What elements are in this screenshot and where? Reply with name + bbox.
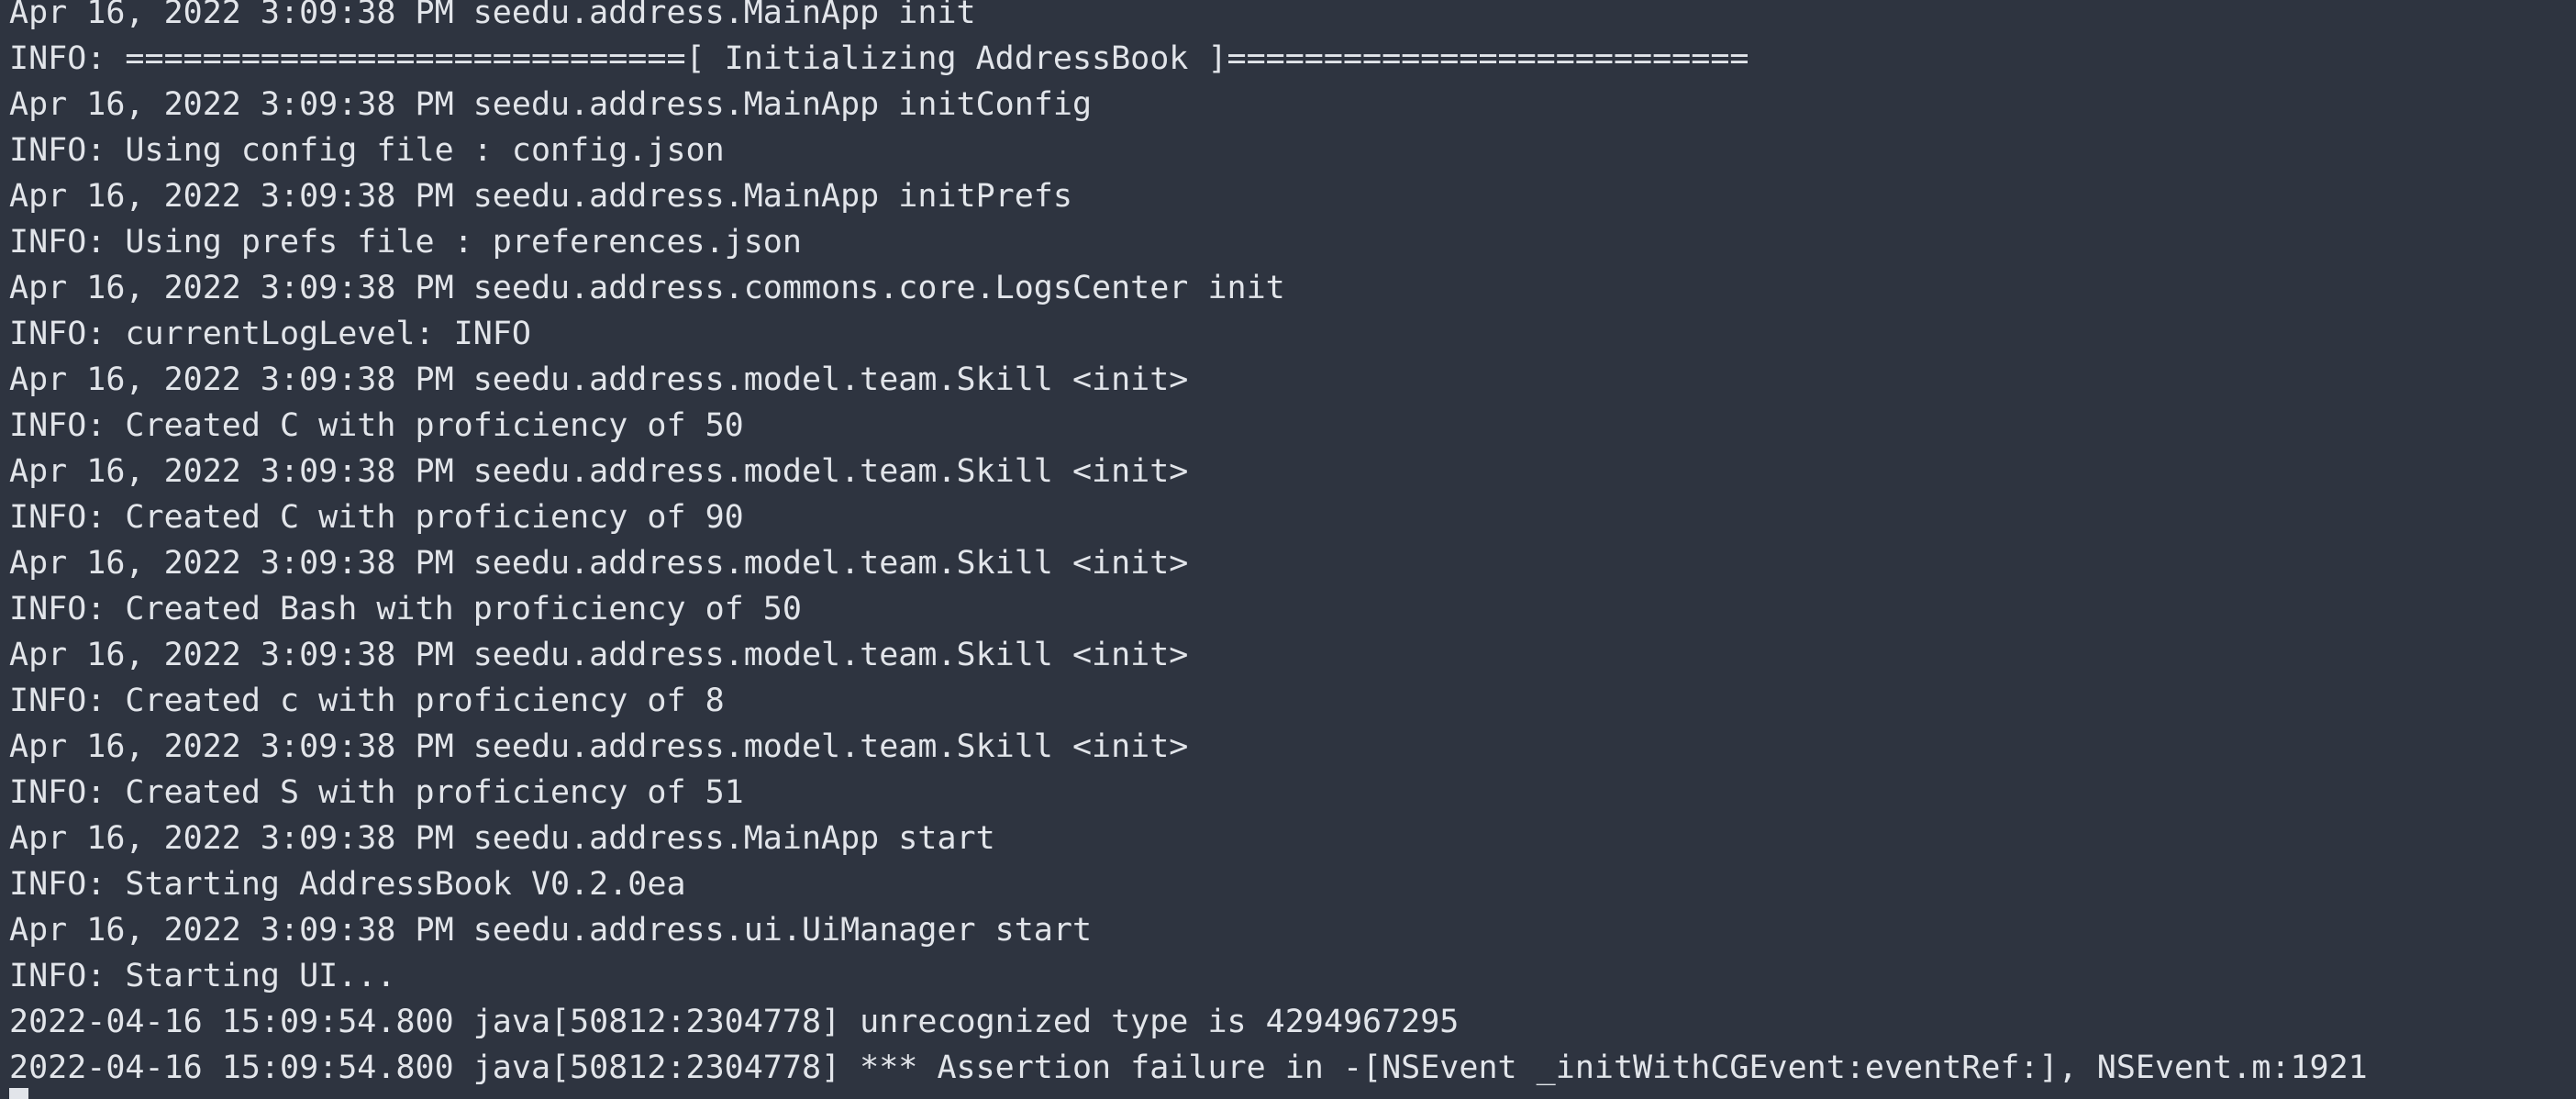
log-line: Apr 16, 2022 3:09:38 PM seedu.address.mo… (9, 728, 1189, 765)
log-line: Apr 16, 2022 3:09:38 PM seedu.address.Ma… (9, 86, 1093, 123)
log-line: INFO: Created C with proficiency of 50 (9, 407, 744, 444)
log-line: Apr 16, 2022 3:09:38 PM seedu.address.mo… (9, 637, 1189, 673)
log-line: INFO: Starting AddressBook V0.2.0ea (9, 866, 686, 903)
log-line: Apr 16, 2022 3:09:38 PM seedu.address.mo… (9, 361, 1189, 398)
log-line: Apr 16, 2022 3:09:38 PM seedu.address.Ma… (9, 0, 976, 31)
log-line: INFO: Using config file : config.json (9, 132, 725, 169)
log-line: INFO: currentLogLevel: INFO (9, 316, 531, 352)
log-line: INFO: Created S with proficiency of 51 (9, 774, 744, 811)
log-line: Apr 16, 2022 3:09:38 PM seedu.address.ui… (9, 912, 1093, 949)
log-line: INFO: Created c with proficiency of 8 (9, 683, 725, 719)
log-line: INFO: Using prefs file : preferences.jso… (9, 224, 802, 261)
log-line: INFO: Created Bash with proficiency of 5… (9, 591, 802, 627)
log-line: INFO: =============================[ Ini… (9, 40, 1749, 77)
log-line: Apr 16, 2022 3:09:38 PM seedu.address.mo… (9, 545, 1189, 582)
terminal-output: Apr 16, 2022 3:09:38 PM seedu.address.Ma… (9, 0, 2368, 1091)
log-line: Apr 16, 2022 3:09:38 PM seedu.address.mo… (9, 453, 1189, 490)
log-line: 2022-04-16 15:09:54.800 java[50812:23047… (9, 1049, 2368, 1086)
log-line: Apr 16, 2022 3:09:38 PM seedu.address.Ma… (9, 820, 995, 857)
log-line: 2022-04-16 15:09:54.800 java[50812:23047… (9, 1004, 1460, 1040)
log-line: INFO: Starting UI... (9, 958, 396, 994)
text-cursor (9, 1088, 28, 1099)
log-line: Apr 16, 2022 3:09:38 PM seedu.address.co… (9, 270, 1285, 306)
terminal-window[interactable]: Apr 16, 2022 3:09:38 PM seedu.address.Ma… (0, 0, 2576, 1099)
log-line: INFO: Created C with proficiency of 90 (9, 499, 744, 536)
log-line: Apr 16, 2022 3:09:38 PM seedu.address.Ma… (9, 178, 1072, 215)
